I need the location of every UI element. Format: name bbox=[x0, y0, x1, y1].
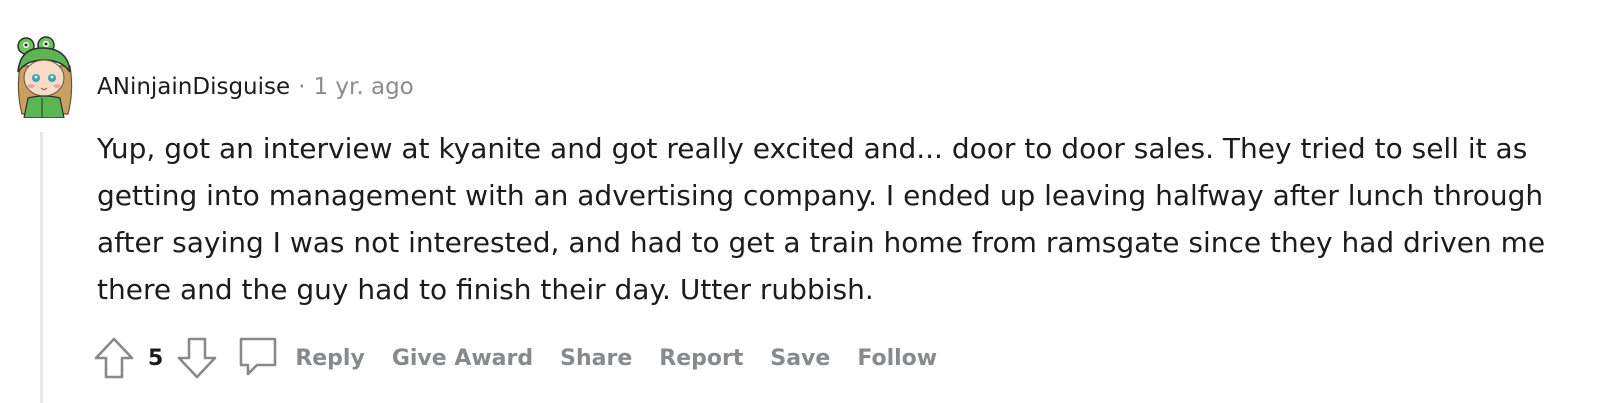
report-button[interactable]: Report bbox=[659, 346, 743, 371]
reply-label: Reply bbox=[295, 345, 365, 371]
comment-actions: 5 Reply Give Award Share Report Save Fol… bbox=[92, 334, 937, 382]
vote-score: 5 bbox=[148, 345, 164, 371]
share-button[interactable]: Share bbox=[560, 346, 632, 371]
thread-line[interactable] bbox=[40, 132, 43, 403]
avatar-image bbox=[17, 36, 73, 119]
comment-timestamp[interactable]: 1 yr. ago bbox=[313, 74, 413, 100]
follow-button[interactable]: Follow bbox=[857, 346, 937, 371]
speech-bubble-icon bbox=[237, 334, 279, 382]
comment-meta: ANinjainDisguise · 1 yr. ago bbox=[97, 72, 414, 102]
author-name[interactable]: ANinjainDisguise bbox=[97, 74, 290, 100]
avatar[interactable] bbox=[12, 36, 76, 119]
upvote-icon[interactable] bbox=[92, 336, 136, 380]
comment: ANinjainDisguise · 1 yr. ago Yup, got an i… bbox=[0, 0, 1600, 403]
reply-button[interactable]: Reply bbox=[237, 334, 365, 382]
save-button[interactable]: Save bbox=[770, 346, 830, 371]
downvote-icon[interactable] bbox=[175, 336, 219, 380]
give-award-button[interactable]: Give Award bbox=[392, 346, 533, 371]
comment-body: Yup, got an interview at kyanite and got… bbox=[97, 132, 1546, 306]
meta-separator: · bbox=[298, 74, 306, 100]
